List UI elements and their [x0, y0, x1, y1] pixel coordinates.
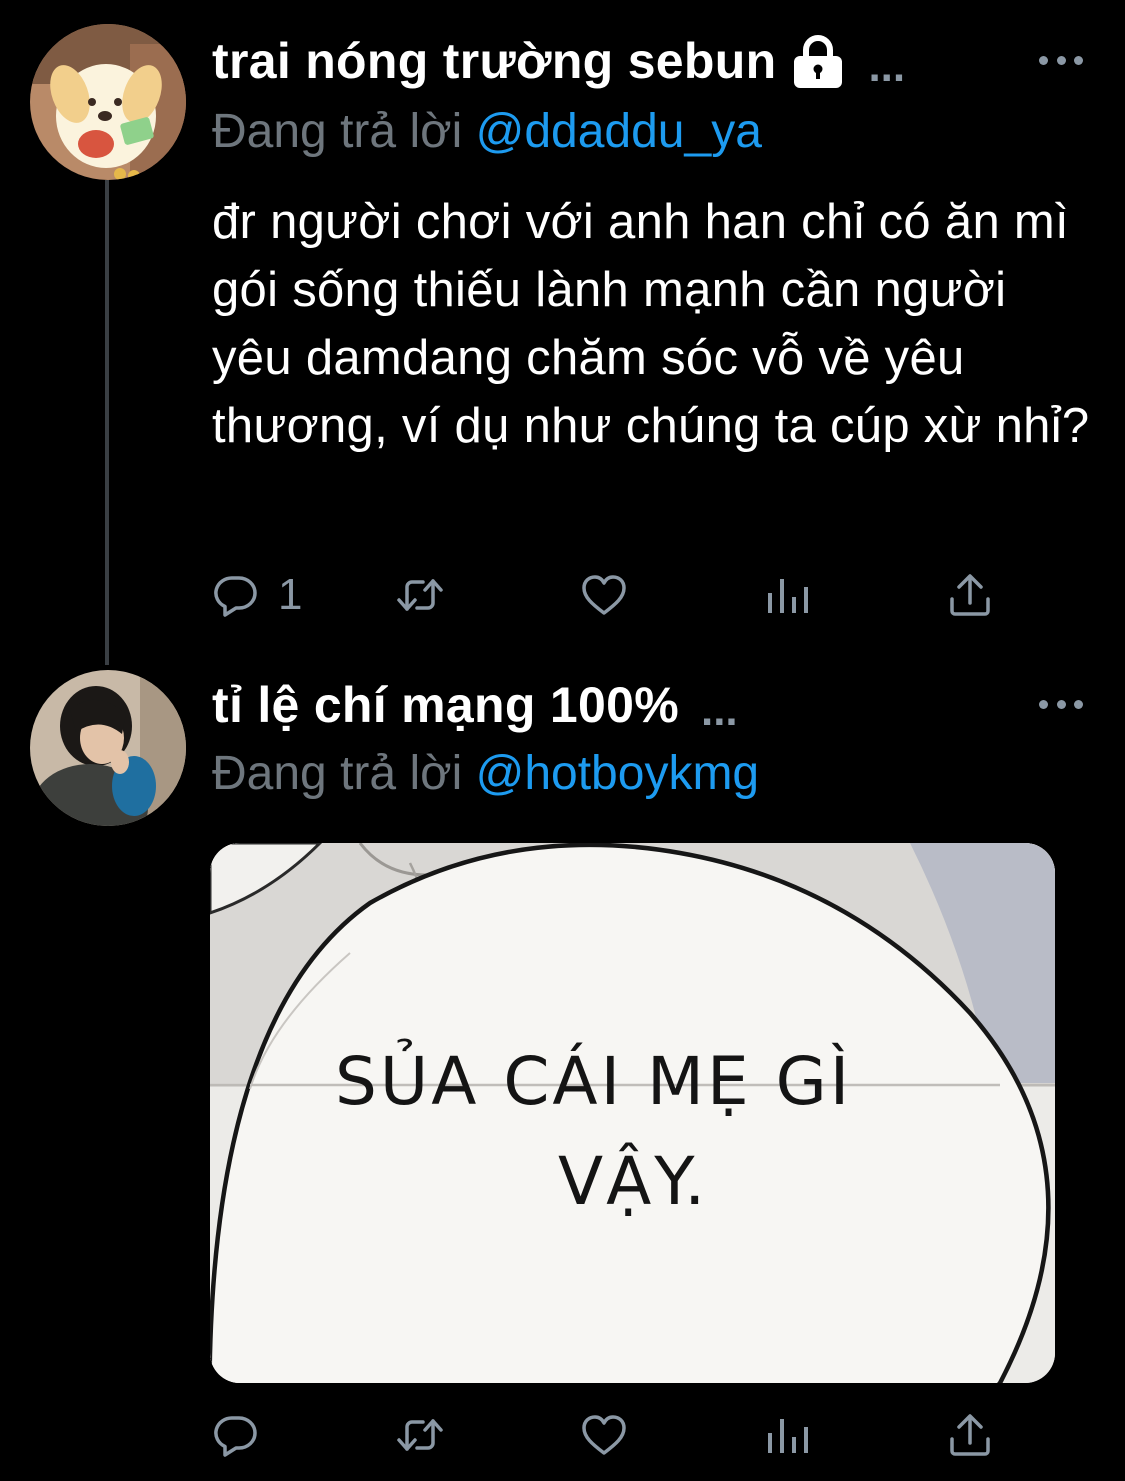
tweet-actions: 1	[212, 565, 1002, 625]
share-button[interactable]	[946, 565, 994, 625]
replying-to: Đang trả lời @hotboykmg	[212, 746, 759, 801]
tweet-text: đr người chơi với anh han chỉ có ăn mì g…	[212, 195, 1090, 453]
avatar[interactable]	[30, 24, 186, 180]
thread-connector	[105, 180, 109, 665]
retweet-icon	[397, 579, 443, 611]
share-button[interactable]	[946, 1405, 994, 1465]
like-button[interactable]	[580, 1405, 628, 1465]
avatar[interactable]	[30, 670, 186, 826]
author-row: trai nóng trường sebun ...	[212, 32, 906, 91]
replying-to-label: Đang trả lời	[212, 105, 463, 158]
tweet-actions	[212, 1405, 1002, 1465]
heart-icon	[582, 1415, 626, 1455]
more-options-button[interactable]	[1039, 50, 1083, 70]
reply-icon	[214, 576, 257, 617]
retweet-button[interactable]	[396, 1405, 444, 1465]
like-button[interactable]	[580, 565, 628, 625]
display-name[interactable]: tỉ lệ chí mạng 100%	[212, 676, 679, 734]
more-icon	[1039, 699, 1048, 709]
mention-link[interactable]: @ddaddu_ya	[476, 105, 762, 158]
more-icon	[1039, 55, 1048, 65]
replying-to: Đang trả lời @ddaddu_ya	[212, 104, 762, 159]
analytics-icon	[768, 1419, 808, 1453]
display-name[interactable]: trai nóng trường sebun	[212, 32, 776, 90]
share-icon	[950, 574, 990, 616]
reply-button[interactable]: 1	[212, 565, 302, 625]
tweet-media-image[interactable]: SỦA CÁI MẸ GÌ VẬY.	[210, 843, 1055, 1383]
media-caption-line2: VẬY.	[558, 1143, 709, 1220]
tweet-1[interactable]: trai nóng trường sebun ... Đang trả lời …	[0, 0, 1125, 665]
analytics-button[interactable]	[764, 1405, 812, 1465]
handle-truncated: ...	[868, 42, 906, 91]
share-icon	[950, 1414, 990, 1456]
reply-count: 1	[278, 570, 303, 619]
reply-button[interactable]	[212, 1405, 260, 1465]
mention-link[interactable]: @hotboykmg	[476, 747, 760, 800]
author-row: tỉ lệ chí mạng 100% ...	[212, 676, 738, 735]
reply-icon	[214, 1416, 257, 1457]
heart-icon	[582, 575, 626, 615]
analytics-button[interactable]	[764, 565, 812, 625]
replying-to-label: Đang trả lời	[212, 747, 463, 800]
media-caption-line1: SỦA CÁI MẸ GÌ	[335, 1043, 853, 1120]
lock-icon	[790, 34, 846, 88]
retweet-button[interactable]	[396, 565, 444, 625]
handle-truncated: ...	[700, 686, 738, 735]
analytics-icon	[768, 579, 808, 613]
more-options-button[interactable]	[1039, 694, 1083, 714]
retweet-icon	[397, 1419, 443, 1451]
